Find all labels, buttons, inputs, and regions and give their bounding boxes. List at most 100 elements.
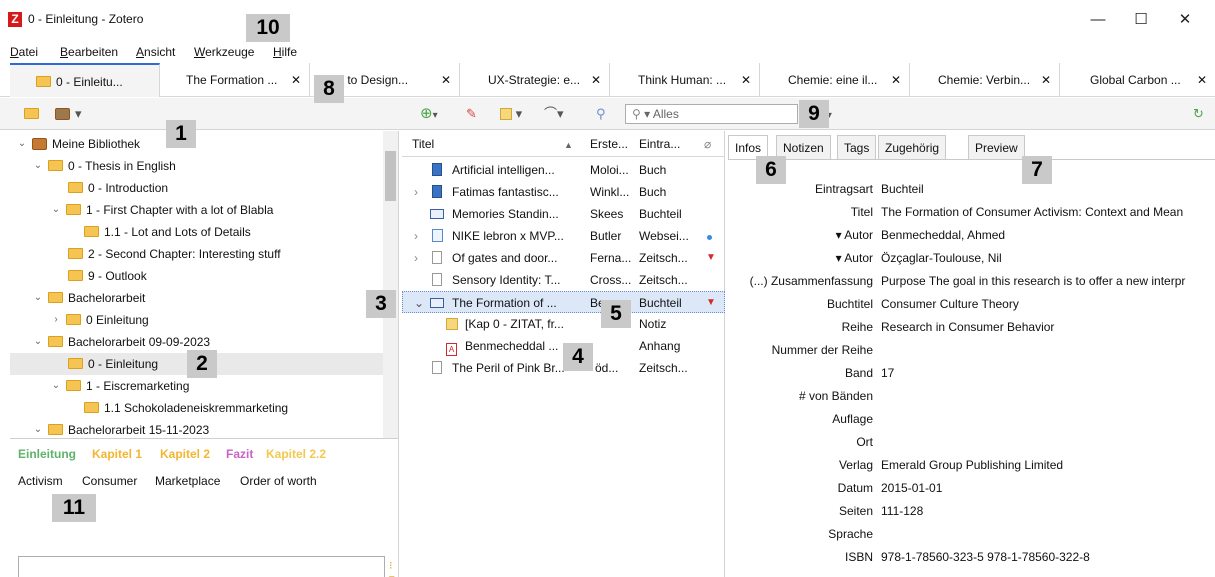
- field-book-title[interactable]: Buchtitel Consumer Culture Theory: [728, 293, 1215, 316]
- tree-row-collection[interactable]: 1.1 - Lot and Lots of Details: [10, 221, 384, 243]
- field-series[interactable]: Reihe Research in Consumer Behavior: [728, 316, 1215, 339]
- field-language[interactable]: Sprache: [728, 523, 1215, 546]
- chevron-down-icon[interactable]: ⌄: [50, 375, 62, 397]
- tab-related[interactable]: Zugehörig: [878, 135, 947, 159]
- field-value[interactable]: 17: [881, 362, 894, 385]
- tab-reader[interactable]: UX-Strategie: e... ✕: [460, 63, 610, 97]
- field-value[interactable]: Research in Consumer Behavior: [881, 316, 1054, 339]
- item-row[interactable]: Memories Standin... Skees Buchteil: [402, 203, 725, 225]
- field-publisher[interactable]: Verlag Emerald Group Publishing Limited: [728, 454, 1215, 477]
- tab-reader[interactable]: The Formation ... ✕: [160, 63, 310, 97]
- tree-row-collection[interactable]: 9 - Outlook: [10, 265, 384, 287]
- add-attachment-button[interactable]: ⌒▾: [544, 105, 564, 123]
- field-value[interactable]: 111-128: [881, 500, 923, 523]
- tree-row-collection[interactable]: ⌄ 1 - First Chapter with a lot of Blabla: [10, 199, 384, 221]
- tree-row-collection[interactable]: ⌄ 1 - Eiscremarketing: [10, 375, 384, 397]
- new-library-menu-button[interactable]: ▾: [55, 105, 82, 123]
- field-number-of-volumes[interactable]: # von Bänden: [728, 385, 1215, 408]
- close-icon[interactable]: ✕: [891, 63, 901, 97]
- colored-tag[interactable]: Kapitel 1: [92, 447, 142, 461]
- search-input[interactable]: ⚲ ▾ Alles: [625, 104, 798, 124]
- field-value[interactable]: Consumer Culture Theory: [881, 293, 1019, 316]
- search-icon[interactable]: ⚲: [596, 105, 606, 123]
- tab-reader[interactable]: Think Human: ... ✕: [610, 63, 760, 97]
- attachment-column-icon[interactable]: ⌀: [704, 137, 711, 151]
- chevron-right-icon[interactable]: ›: [414, 247, 418, 269]
- sync-icon[interactable]: ↻: [1193, 105, 1204, 123]
- close-icon[interactable]: ✕: [291, 63, 301, 97]
- tab-reader[interactable]: Global Carbon ... ✕: [1060, 63, 1215, 97]
- column-creator[interactable]: Erste...: [590, 137, 628, 151]
- chevron-right-icon[interactable]: ›: [50, 309, 62, 331]
- chevron-right-icon[interactable]: ›: [414, 181, 418, 203]
- scroll-thumb[interactable]: [385, 151, 396, 201]
- chevron-down-icon[interactable]: ⌄: [32, 287, 44, 309]
- chevron-down-icon[interactable]: ⌄: [32, 155, 44, 177]
- tree-row-my-library[interactable]: ⌄ Meine Bibliothek: [10, 133, 384, 155]
- chevron-down-icon[interactable]: ⌄: [50, 199, 62, 221]
- close-icon[interactable]: ✕: [1197, 63, 1207, 97]
- tab-reader[interactable]: Chemie: eine il... ✕: [760, 63, 910, 97]
- menu-help[interactable]: Hilfe: [273, 45, 297, 59]
- field-author[interactable]: ▾ Autor Benmecheddal, Ahmed: [728, 224, 1215, 247]
- menu-edit[interactable]: Bearbeiten: [60, 45, 118, 59]
- menu-file[interactable]: Datei: [10, 45, 38, 59]
- new-collection-button[interactable]: [24, 105, 44, 123]
- field-value[interactable]: Buchteil: [881, 178, 924, 201]
- colored-tag[interactable]: Kapitel 2.2: [266, 447, 326, 461]
- tab-tags[interactable]: Tags: [837, 135, 877, 159]
- item-row-child[interactable]: [Kap 0 - ZITAT, fr... Notiz: [402, 313, 725, 335]
- tag-item[interactable]: Order of worth: [240, 474, 317, 488]
- chevron-down-icon[interactable]: ⌄: [16, 133, 28, 155]
- tree-row-collection[interactable]: 0 - Introduction: [10, 177, 384, 199]
- tag-actions-icon[interactable]: ⁝▾: [389, 559, 398, 577]
- tree-row-collection[interactable]: 1.1 Schokoladeneiskremmarketing: [10, 397, 384, 419]
- field-title[interactable]: Titel The Formation of Consumer Activism:…: [728, 201, 1215, 224]
- field-place[interactable]: Ort: [728, 431, 1215, 454]
- tag-item[interactable]: Activism: [18, 474, 63, 488]
- item-row[interactable]: Artificial intelligen... Moloi... Buch: [402, 159, 725, 181]
- tab-reader[interactable]: Chemie: Verbin... ✕: [910, 63, 1060, 97]
- field-abstract[interactable]: (...) Zusammenfassung Purpose The goal in…: [728, 270, 1215, 293]
- close-icon[interactable]: ✕: [591, 63, 601, 97]
- close-icon[interactable]: ✕: [441, 63, 451, 97]
- minimize-button[interactable]: —: [1081, 6, 1115, 34]
- menu-tools[interactable]: Werkzeuge: [194, 45, 254, 59]
- tab-preview[interactable]: Preview: [968, 135, 1025, 159]
- field-value[interactable]: Emerald Group Publishing Limited: [881, 454, 1063, 477]
- item-row[interactable]: › Fatimas fantastisc... Winkl... Buch: [402, 181, 725, 203]
- field-author[interactable]: ▾ Autor Özçaglar-Toulouse, Nil: [728, 247, 1215, 270]
- new-item-button[interactable]: ⊕▾: [420, 105, 438, 123]
- field-value[interactable]: The Formation of Consumer Activism: Cont…: [881, 201, 1183, 224]
- new-note-button[interactable]: ▾: [500, 105, 522, 123]
- snapshot-dot-icon[interactable]: [707, 235, 712, 240]
- field-edition[interactable]: Auflage: [728, 408, 1215, 431]
- item-row[interactable]: › Of gates and door... Ferna... Zeitsch.…: [402, 247, 725, 269]
- tag-filter-input[interactable]: [18, 556, 385, 577]
- colored-tag[interactable]: Kapitel 2: [160, 447, 210, 461]
- field-value[interactable]: Purpose The goal in this research is to …: [881, 270, 1185, 293]
- pdf-attachment-icon[interactable]: ▼: [706, 292, 716, 314]
- field-volume[interactable]: Band 17: [728, 362, 1215, 385]
- field-value[interactable]: Özçaglar-Toulouse, Nil: [881, 247, 1002, 270]
- close-window-button[interactable]: ✕: [1168, 6, 1202, 34]
- field-value[interactable]: 2015-01-01: [881, 477, 942, 500]
- chevron-right-icon[interactable]: ›: [414, 225, 418, 247]
- column-item-type[interactable]: Eintra...: [639, 137, 680, 151]
- field-pages[interactable]: Seiten 111-128: [728, 500, 1215, 523]
- tag-item[interactable]: Marketplace: [155, 474, 220, 488]
- close-icon[interactable]: ✕: [741, 63, 751, 97]
- tree-row-collection[interactable]: ⌄ 0 - Thesis in English: [10, 155, 384, 177]
- field-isbn[interactable]: ISBN 978-1-78560-323-5 978-1-78560-322-8: [728, 546, 1215, 569]
- item-row[interactable]: › NIKE lebron x MVP... Butler Websei...: [402, 225, 725, 247]
- column-title[interactable]: Titel: [412, 137, 434, 151]
- tab-library[interactable]: 0 - Einleitu...: [10, 63, 160, 97]
- item-row[interactable]: Sensory Identity: T... Cross... Zeitsch.…: [402, 269, 725, 291]
- field-value[interactable]: 978-1-78560-323-5 978-1-78560-322-8: [881, 546, 1090, 569]
- field-date[interactable]: Datum 2015-01-01: [728, 477, 1215, 500]
- tag-item[interactable]: Consumer: [82, 474, 137, 488]
- colored-tag[interactable]: Fazit: [226, 447, 253, 461]
- field-series-number[interactable]: Nummer der Reihe: [728, 339, 1215, 362]
- chevron-down-icon[interactable]: ⌄: [32, 419, 44, 438]
- pdf-attachment-icon[interactable]: ▼: [706, 247, 716, 269]
